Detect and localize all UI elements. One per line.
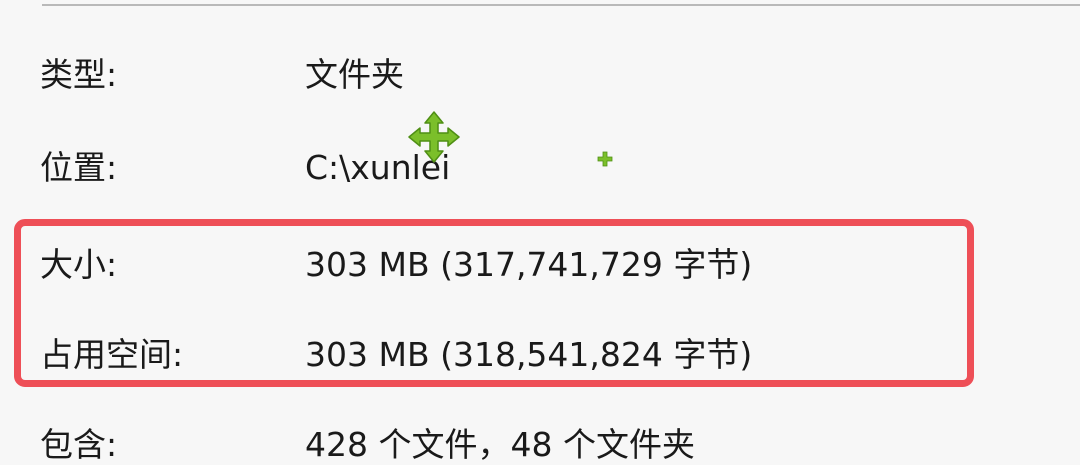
property-row-location: 位置: C:\xunlei: [0, 143, 1080, 193]
move-cursor-icon: [408, 111, 460, 163]
highlight-box: [14, 219, 974, 387]
location-label: 位置:: [40, 148, 118, 187]
property-row-contains: 包含: 428 个文件，48 个文件夹: [0, 420, 1080, 465]
plus-marker-icon: [597, 151, 613, 167]
separator-line: [42, 4, 1080, 6]
type-label: 类型:: [40, 55, 118, 94]
property-row-type: 类型: 文件夹: [0, 50, 1080, 100]
contains-value: 428 个文件，48 个文件夹: [305, 425, 695, 464]
contains-label: 包含:: [40, 425, 118, 464]
type-value: 文件夹: [305, 55, 404, 94]
